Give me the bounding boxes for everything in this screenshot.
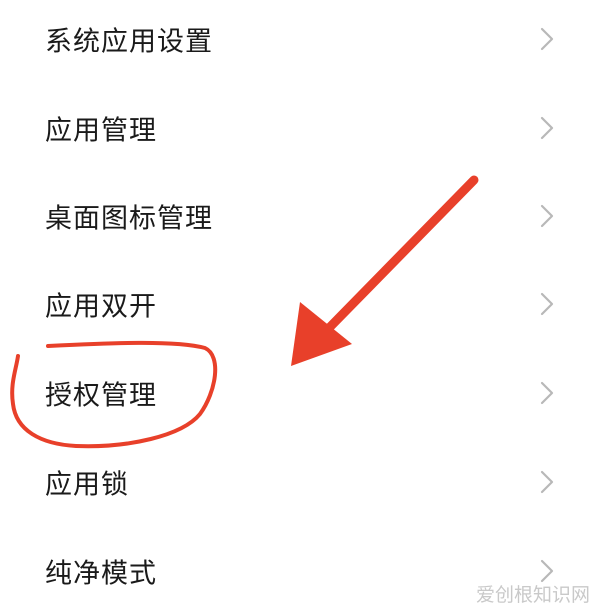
chevron-right-icon <box>540 116 554 140</box>
menu-item-app-lock[interactable]: 应用锁 <box>0 438 600 526</box>
chevron-right-icon <box>540 292 554 316</box>
chevron-right-icon <box>540 470 554 494</box>
settings-menu-list: 系统应用设置 应用管理 桌面图标管理 应用双开 授权管理 应用锁 纯净模式 <box>0 0 600 609</box>
menu-item-desktop-icon-management[interactable]: 桌面图标管理 <box>0 172 600 260</box>
menu-item-label: 应用锁 <box>45 469 129 501</box>
chevron-right-icon <box>540 204 554 228</box>
watermark: 爱创根知识网 <box>475 584 590 606</box>
menu-item-label: 系统应用设置 <box>45 26 213 58</box>
menu-item-authorization-management[interactable]: 授权管理 <box>0 349 600 437</box>
menu-item-app-management[interactable]: 应用管理 <box>0 84 600 172</box>
menu-item-label: 纯净模式 <box>45 558 157 590</box>
chevron-right-icon <box>540 381 554 405</box>
menu-item-label: 桌面图标管理 <box>45 203 213 235</box>
menu-item-label: 授权管理 <box>45 380 157 412</box>
chevron-right-icon <box>540 27 554 51</box>
menu-item-label: 应用管理 <box>45 115 157 147</box>
menu-item-label: 应用双开 <box>45 291 157 323</box>
menu-item-system-app-settings[interactable]: 系统应用设置 <box>0 0 600 83</box>
menu-item-dual-apps[interactable]: 应用双开 <box>0 260 600 348</box>
